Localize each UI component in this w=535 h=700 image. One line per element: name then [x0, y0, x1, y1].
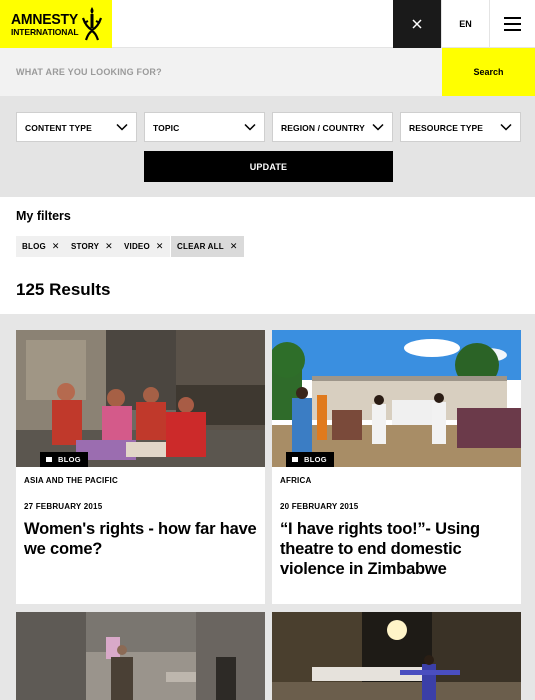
remove-icon[interactable]: ✕: [52, 241, 60, 252]
search-button[interactable]: Search: [442, 48, 535, 96]
result-card[interactable]: [16, 612, 265, 700]
dropdown-label: TOPIC: [153, 123, 180, 133]
dropdown-label: REGION / COUNTRY: [281, 123, 365, 133]
card-date: 27 FEBRUARY 2015: [24, 502, 103, 511]
result-card[interactable]: [272, 612, 521, 700]
filter-panel: CONTENT TYPE TOPIC REGION / COUNTRY RESO…: [0, 96, 535, 197]
result-card[interactable]: BLOG AFRICA 20 FEBRUARY 2015 “I have rig…: [272, 330, 521, 604]
card-date: 20 FEBRUARY 2015: [280, 502, 359, 511]
search-input[interactable]: [0, 48, 442, 96]
chip-label: STORY: [71, 242, 100, 251]
topic-dropdown[interactable]: TOPIC: [144, 112, 265, 142]
theatre-crowd-photo: [272, 330, 521, 467]
card-title[interactable]: “I have rights too!”- Using theatre to e…: [280, 519, 518, 579]
dropdown-label: RESOURCE TYPE: [409, 123, 484, 133]
filter-chip-video[interactable]: VIDEO ✕: [118, 236, 170, 257]
chevron-down-icon: [244, 123, 256, 131]
chevron-down-icon: [500, 123, 512, 131]
card-title[interactable]: Women's rights - how far have we come?: [24, 519, 262, 559]
card-image[interactable]: BLOG: [272, 330, 521, 467]
clear-all-button[interactable]: CLEAR ALL ✕: [171, 236, 244, 257]
chip-label: BLOG: [22, 242, 46, 251]
content-type-tag: BLOG: [286, 452, 334, 467]
card-image[interactable]: [272, 612, 521, 700]
blog-icon: [292, 457, 298, 462]
remove-icon[interactable]: ✕: [105, 241, 113, 252]
close-icon: [412, 19, 422, 29]
logo-wordmark: AMNESTY INTERNATIONAL: [11, 9, 79, 37]
close-button[interactable]: [393, 0, 441, 48]
women-group-photo: [16, 330, 265, 467]
chip-label: CLEAR ALL: [177, 242, 224, 251]
remove-icon: ✕: [229, 241, 238, 251]
my-filters-heading: My filters: [16, 209, 71, 223]
filter-chip-blog[interactable]: BLOG ✕: [16, 236, 66, 257]
result-card[interactable]: BLOG ASIA AND THE PACIFIC 27 FEBRUARY 20…: [16, 330, 265, 604]
card-image[interactable]: [16, 612, 265, 700]
chip-label: VIDEO: [124, 242, 150, 251]
hamburger-menu-icon: [504, 17, 521, 31]
amnesty-logo[interactable]: AMNESTY INTERNATIONAL: [0, 0, 112, 48]
chevron-down-icon: [372, 123, 384, 131]
ruined-street-photo: [16, 612, 265, 700]
filter-chip-story[interactable]: STORY ✕: [65, 236, 119, 257]
content-type-tag: BLOG: [40, 452, 88, 467]
content-type-dropdown[interactable]: CONTENT TYPE: [16, 112, 137, 142]
candle-icon: [81, 7, 103, 41]
card-region[interactable]: ASIA AND THE PACIFIC: [24, 476, 118, 485]
update-button[interactable]: UPDATE: [144, 151, 393, 182]
results-count: 125 Results: [16, 280, 111, 299]
region-country-dropdown[interactable]: REGION / COUNTRY: [272, 112, 393, 142]
night-street-photo: [272, 612, 521, 700]
remove-icon[interactable]: ✕: [156, 241, 164, 252]
search-bar: Search: [0, 48, 535, 96]
menu-button[interactable]: [489, 0, 535, 48]
dropdown-label: CONTENT TYPE: [25, 123, 92, 133]
chevron-down-icon: [116, 123, 128, 131]
card-image[interactable]: BLOG: [16, 330, 265, 467]
language-selector[interactable]: EN: [441, 0, 489, 48]
site-header: AMNESTY INTERNATIONAL EN: [0, 0, 535, 48]
card-region[interactable]: AFRICA: [280, 476, 311, 485]
resource-type-dropdown[interactable]: RESOURCE TYPE: [400, 112, 521, 142]
blog-icon: [46, 457, 52, 462]
